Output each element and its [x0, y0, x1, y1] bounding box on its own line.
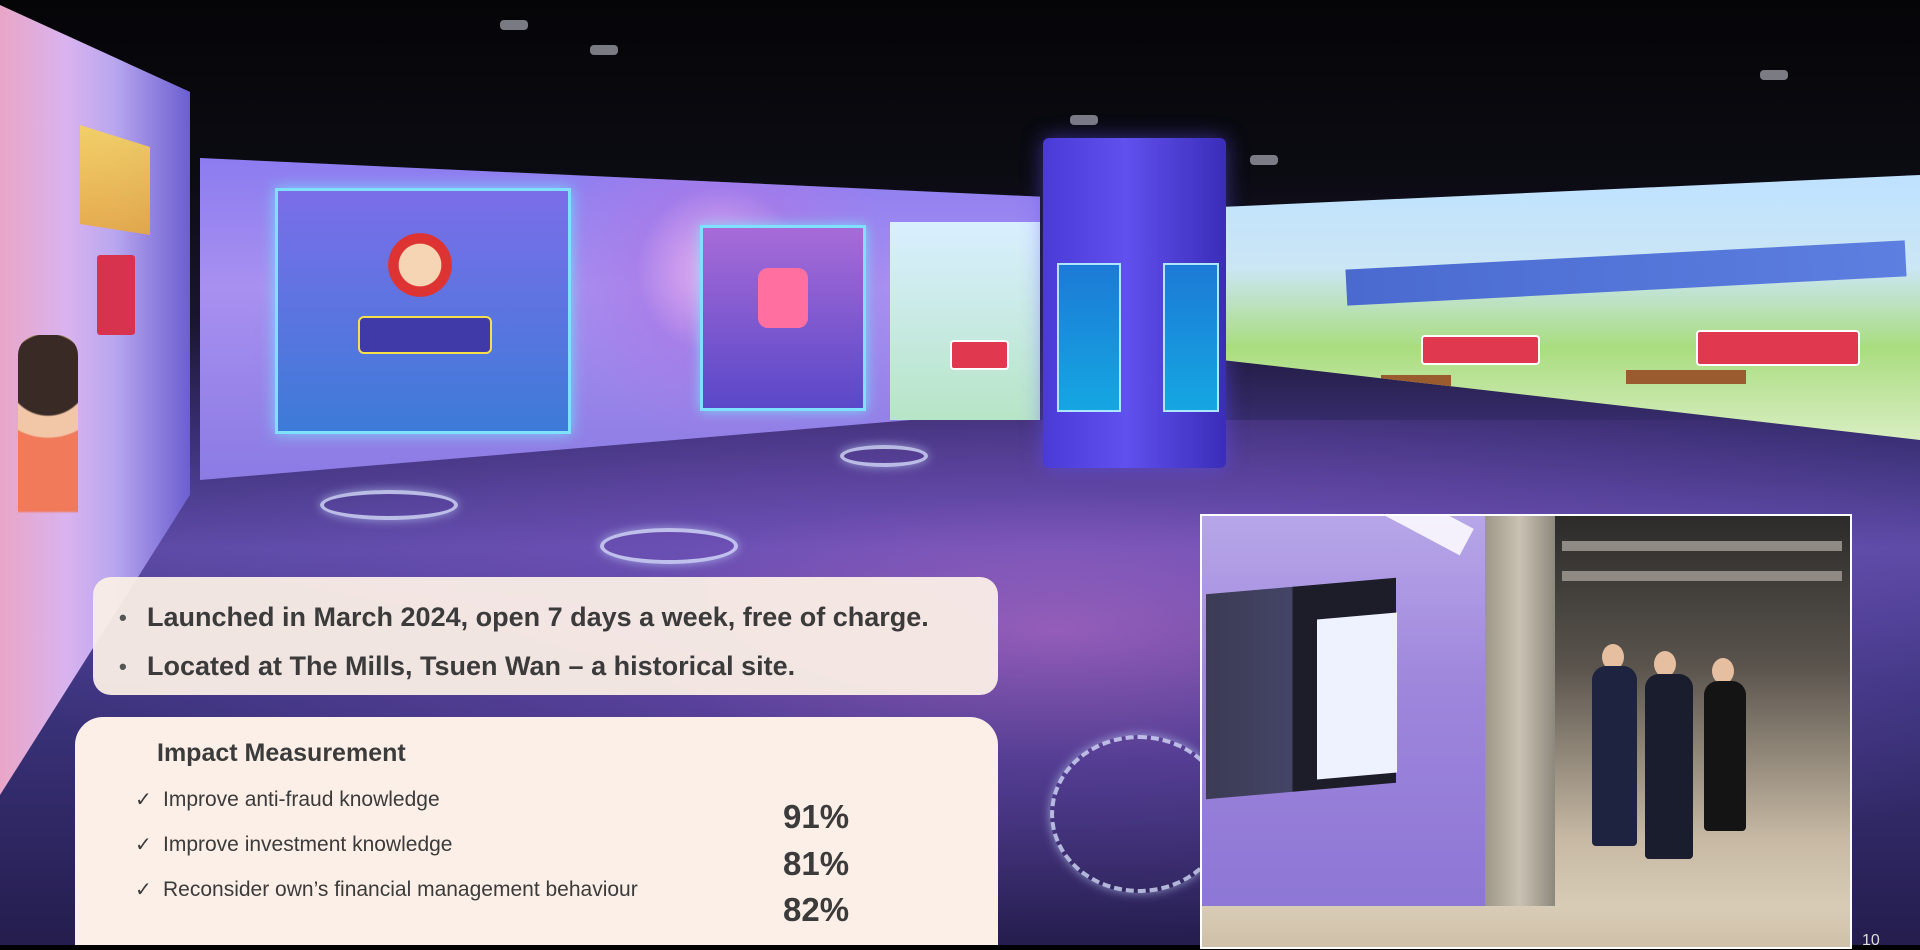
- projected-start-button: [950, 340, 1009, 370]
- game-screen-large: [275, 188, 571, 434]
- impact-value: 91%: [783, 798, 850, 835]
- projected-start-button: [1696, 330, 1860, 366]
- ceiling-light: [1070, 115, 1098, 125]
- impact-measurement-box: Impact Measurement ✓ Improve anti-fraud k…: [75, 717, 998, 945]
- inset-photo: [1200, 514, 1852, 949]
- robot-figure: [758, 268, 808, 328]
- highlights-list: • Launched in March 2024, open 7 days a …: [93, 577, 998, 691]
- highlight-item: • Launched in March 2024, open 7 days a …: [119, 593, 998, 642]
- ceiling-light: [590, 45, 618, 55]
- wall-graphic: [80, 125, 150, 235]
- game-title-plate: [358, 316, 492, 354]
- bench: [1626, 370, 1746, 384]
- person: [1645, 674, 1693, 859]
- highlights-box: • Launched in March 2024, open 7 days a …: [93, 577, 998, 695]
- ceiling-light: [1760, 70, 1788, 80]
- ceiling-light: [500, 20, 528, 30]
- impact-item: ✓ Improve investment knowledge: [135, 832, 452, 857]
- highlight-item: • Located at The Mills, Tsuen Wan – a hi…: [119, 642, 998, 691]
- inset-pillar: [1485, 516, 1555, 947]
- ceiling-light: [1250, 155, 1278, 165]
- impact-label: Improve investment knowledge: [163, 833, 453, 856]
- highlight-text: Launched in March 2024, open 7 days a we…: [147, 602, 929, 632]
- highlight-text: Located at The Mills, Tsuen Wan – a hist…: [147, 651, 796, 681]
- inset-display-screen: [1317, 612, 1397, 780]
- impact-item: ✓ Reconsider own’s financial management b…: [135, 877, 638, 902]
- info-tower: [1043, 138, 1226, 468]
- impact-value: 82%: [783, 891, 850, 928]
- floor-circle: [600, 528, 738, 564]
- impact-label: Reconsider own’s financial management be…: [163, 878, 638, 901]
- side-projection: [890, 222, 1040, 420]
- game-screen-small: [700, 225, 866, 411]
- check-icon: ✓: [135, 879, 152, 901]
- floor-circle: [840, 445, 928, 467]
- tower-panel: [1057, 263, 1121, 412]
- projected-start-button: [1421, 335, 1540, 365]
- cartoon-figure: [18, 335, 78, 555]
- cartoon-character: [388, 231, 468, 316]
- tower-panel: [1163, 263, 1219, 412]
- impact-value: 81%: [783, 845, 850, 882]
- floor-circle: [320, 490, 458, 520]
- check-icon: ✓: [135, 789, 152, 811]
- bullet-marker: •: [119, 654, 127, 679]
- person: [1704, 681, 1746, 831]
- wall-sign: [97, 255, 135, 335]
- page-number: 10: [1862, 932, 1880, 949]
- inset-pipe: [1562, 571, 1842, 581]
- bullet-marker: •: [119, 605, 127, 630]
- person: [1592, 666, 1637, 846]
- inset-floor: [1202, 906, 1850, 947]
- impact-item: ✓ Improve anti-fraud knowledge: [135, 787, 440, 812]
- check-icon: ✓: [135, 834, 152, 856]
- impact-label: Improve anti-fraud knowledge: [163, 788, 440, 811]
- inset-pipe: [1562, 541, 1842, 551]
- projected-banner: [1345, 240, 1907, 306]
- impact-heading: Impact Measurement: [157, 739, 406, 767]
